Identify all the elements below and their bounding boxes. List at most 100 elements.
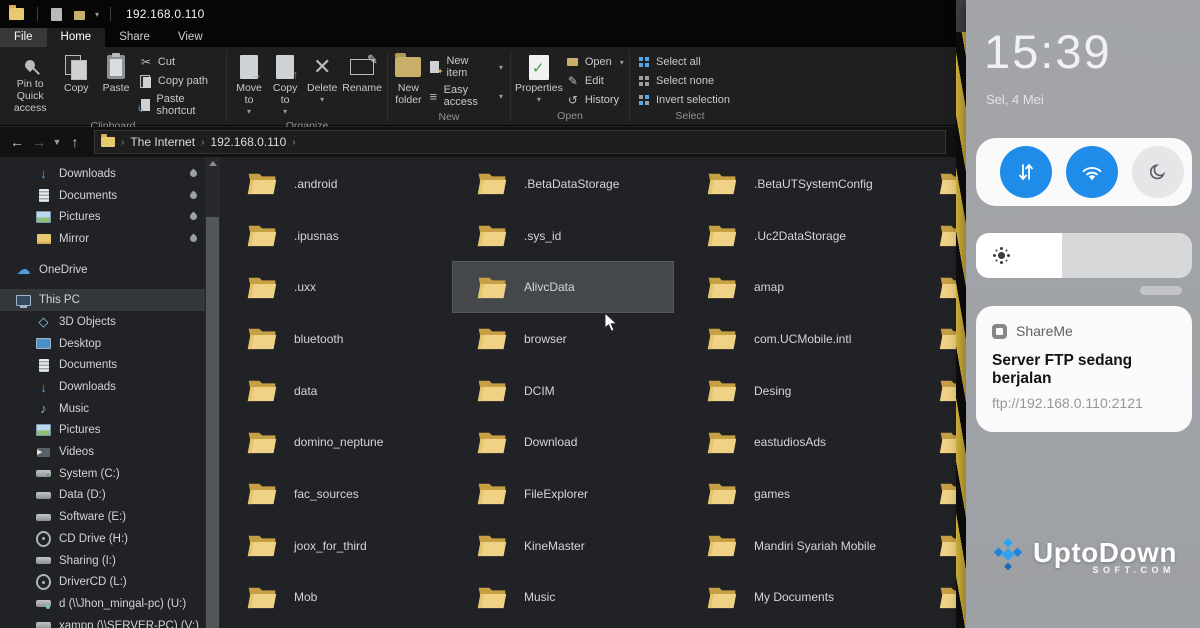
paste-shortcut-icon — [139, 98, 151, 112]
folder-item[interactable]: amap — [682, 261, 904, 313]
folder-item[interactable]: .sys_id — [452, 210, 674, 262]
sidebar-item[interactable]: 3D Objects — [0, 311, 205, 333]
folder-item[interactable]: joox_for_third — [222, 520, 444, 572]
sidebar-item[interactable]: Videos — [0, 441, 205, 463]
folder-item[interactable]: My Documents — [682, 572, 904, 624]
folder-icon — [246, 532, 278, 559]
sidebar-item[interactable]: Sharing (I:) — [0, 550, 205, 572]
do-not-disturb-toggle[interactable] — [1132, 146, 1184, 198]
mobile-data-toggle[interactable] — [1000, 146, 1052, 198]
new-item-button[interactable]: New item — [425, 54, 506, 80]
quick-access-caret-icon[interactable]: ▾ — [95, 10, 99, 19]
folder-item[interactable]: AlivcData — [452, 261, 674, 313]
sidebar-item[interactable]: Pictures — [0, 420, 205, 442]
folder-item[interactable]: data — [222, 365, 444, 417]
navigation-pane: Downloads Documents Pictures — [0, 157, 205, 628]
scroll-up-arrow-icon[interactable] — [209, 161, 217, 166]
quick-access-properties-icon[interactable] — [51, 8, 62, 21]
move-to-button[interactable]: Move to — [231, 50, 267, 118]
copy-path-button[interactable]: Copy path — [136, 73, 222, 89]
folder-item[interactable]: Mob — [222, 572, 444, 624]
back-button[interactable]: ← — [6, 134, 28, 150]
sidebar-item[interactable]: OneDrive — [0, 259, 205, 281]
sidebar-item[interactable]: d (\\Jhon_mingal-pc) (U:) — [0, 593, 205, 615]
select-none-button[interactable]: Select none — [634, 73, 733, 89]
folder-item[interactable]: .android — [222, 158, 444, 210]
folder-item[interactable]: Desing — [682, 365, 904, 417]
sidebar-item[interactable]: Music — [0, 398, 205, 420]
folder-item[interactable]: domino_neptune — [222, 416, 444, 468]
folder-item[interactable]: games — [682, 468, 904, 520]
wifi-toggle[interactable] — [1066, 146, 1118, 198]
quick-access-new-folder-icon[interactable] — [74, 11, 85, 20]
copy-to-button[interactable]: Copy to — [267, 50, 303, 118]
folder-item[interactable]: .ipusnas — [222, 210, 444, 262]
sidebar-item[interactable]: DriverCD (L:) — [0, 571, 205, 593]
folder-item[interactable]: .Uc2DataStorage — [682, 210, 904, 262]
wallpaper-edge-stripe — [956, 0, 966, 628]
brightness-slider[interactable] — [976, 233, 1192, 278]
recent-locations-caret-icon[interactable]: ▼ — [50, 137, 64, 147]
sidebar-item[interactable]: System (C:) — [0, 463, 205, 485]
notification-app-name: ShareMe — [1016, 323, 1073, 339]
folder-item[interactable]: KineMaster — [452, 520, 674, 572]
invert-selection-button[interactable]: Invert selection — [634, 92, 733, 108]
sidebar-item[interactable]: Documents — [0, 185, 205, 207]
notification-handle[interactable] — [1140, 286, 1182, 295]
folder-item[interactable]: browser — [452, 313, 674, 365]
folder-item[interactable]: bluetooth — [222, 313, 444, 365]
select-all-button[interactable]: Select all — [634, 54, 733, 70]
folder-icon — [706, 170, 738, 197]
cut-button[interactable]: Cut — [136, 54, 222, 70]
folder-item[interactable]: com.UCMobile.intl — [682, 313, 904, 365]
sidebar-item[interactable]: This PC — [0, 289, 205, 311]
drive-icon — [36, 488, 51, 503]
address-field[interactable]: › The Internet › 192.168.0.110 › — [94, 130, 946, 154]
paste-shortcut-button[interactable]: Paste shortcut — [136, 92, 222, 118]
tab-file[interactable]: File — [0, 28, 47, 47]
sidebar-item[interactable]: xampp (\\SERVER-PC) (V:) — [0, 615, 205, 628]
new-folder-button[interactable]: New folder — [392, 50, 425, 106]
folder-item[interactable]: fac_sources — [222, 468, 444, 520]
properties-button[interactable]: Properties — [515, 50, 563, 106]
open-button[interactable]: Open — [563, 54, 627, 70]
shareme-notification-card[interactable]: ShareMe Server FTP sedang berjalan ftp:/… — [976, 306, 1192, 432]
folder-item[interactable]: FileExplorer — [452, 468, 674, 520]
clock-time: 15:39 — [984, 24, 1112, 79]
folder-item[interactable]: Download — [452, 416, 674, 468]
folder-item[interactable]: .uxx — [222, 261, 444, 313]
tab-view[interactable]: View — [164, 28, 217, 47]
sidebar-item[interactable]: Mirror — [0, 228, 205, 250]
breadcrumb-root[interactable]: The Internet — [130, 135, 195, 149]
sidebar-item[interactable]: CD Drive (H:) — [0, 528, 205, 550]
tab-home[interactable]: Home — [47, 28, 106, 47]
rename-button[interactable]: Rename — [341, 50, 383, 94]
folder-item[interactable]: Music — [452, 572, 674, 624]
scrollbar-thumb[interactable] — [206, 217, 219, 628]
delete-button[interactable]: ✕ Delete — [303, 50, 341, 106]
sidebar-item[interactable]: Desktop — [0, 333, 205, 355]
pin-to-quick-access-button[interactable]: Pin to Quick access — [4, 50, 56, 114]
edit-button[interactable]: Edit — [563, 73, 627, 89]
sidebar-item[interactable]: Downloads — [0, 163, 205, 185]
breadcrumb-host[interactable]: 192.168.0.110 — [210, 135, 286, 149]
folder-item[interactable]: .BetaUTSystemConfig — [682, 158, 904, 210]
sidebar-item[interactable]: Documents — [0, 355, 205, 377]
history-button[interactable]: History — [563, 92, 627, 108]
tab-share[interactable]: Share — [105, 28, 164, 47]
sidebar-item[interactable]: Downloads — [0, 376, 205, 398]
sidebar-item[interactable]: Software (E:) — [0, 506, 205, 528]
forward-button[interactable]: → — [28, 134, 50, 150]
sidebar-item[interactable]: Data (D:) — [0, 485, 205, 507]
paste-button[interactable]: Paste — [96, 50, 136, 94]
easy-access-button[interactable]: Easy access — [425, 83, 506, 109]
copy-button[interactable]: Copy — [56, 50, 96, 94]
up-button[interactable]: ↑ — [64, 134, 86, 150]
folder-icon — [706, 429, 738, 456]
folder-item[interactable]: .BetaDataStorage — [452, 158, 674, 210]
folder-item[interactable]: DCIM — [452, 365, 674, 417]
sidebar-item[interactable]: Pictures — [0, 206, 205, 228]
folder-item[interactable]: eastudiosAds — [682, 416, 904, 468]
sidebar-scrollbar[interactable] — [205, 157, 220, 628]
folder-item[interactable]: Mandiri Syariah Mobile — [682, 520, 904, 572]
